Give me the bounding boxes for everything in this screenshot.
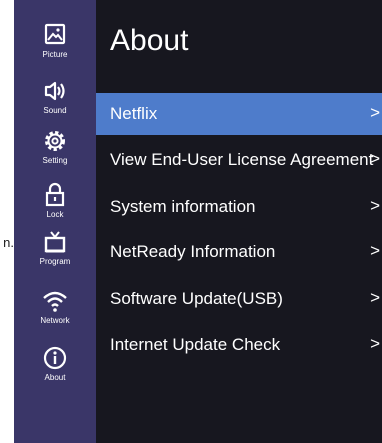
menu-item-label: NetReady Information — [110, 242, 276, 261]
edge-text-fragment: n. — [3, 235, 14, 250]
menu-item-netflix[interactable]: Netflix > — [96, 93, 382, 135]
sidebar-item-label: Program — [39, 257, 71, 266]
chevron-right-icon: > — [370, 241, 380, 260]
about-panel: About Netflix > View End-User License Ag… — [96, 0, 382, 443]
sidebar-item-picture[interactable]: Picture — [14, 22, 96, 68]
menu-item-internet-update-check[interactable]: Internet Update Check > — [96, 324, 382, 366]
sidebar-item-label: Sound — [43, 106, 67, 115]
settings-sidebar: Picture Sound Setting Lock Program Netwo… — [14, 0, 96, 443]
menu-item-label: System information — [110, 197, 256, 216]
lock-icon — [42, 182, 68, 208]
sidebar-item-label: Lock — [46, 210, 64, 219]
sound-icon — [42, 78, 68, 104]
sidebar-item-label: Network — [40, 316, 70, 325]
sidebar-item-lock[interactable]: Lock — [14, 182, 96, 228]
sidebar-item-label: About — [44, 373, 66, 382]
sidebar-item-setting[interactable]: Setting — [14, 128, 96, 174]
sidebar-item-label: Picture — [42, 50, 68, 59]
chevron-right-icon: > — [370, 334, 380, 353]
sidebar-item-program[interactable]: Program — [14, 229, 96, 275]
chevron-right-icon: > — [370, 288, 380, 307]
info-icon — [42, 345, 68, 371]
sidebar-item-about[interactable]: About — [14, 345, 96, 391]
sidebar-item-network[interactable]: Network — [14, 288, 96, 334]
tv-settings-screen: Picture Sound Setting Lock Program Netwo… — [14, 0, 382, 443]
chevron-right-icon: > — [370, 103, 380, 122]
chevron-right-icon: > — [370, 196, 380, 215]
gear-icon — [42, 128, 68, 154]
tv-icon — [42, 229, 68, 255]
menu-item-label: Internet Update Check — [110, 335, 281, 354]
menu-item-label: Software Update(USB) — [110, 289, 283, 308]
menu-item-license-agreement[interactable]: View End-User License Agreement > — [96, 139, 382, 181]
sidebar-item-label: Setting — [42, 156, 68, 165]
picture-icon — [42, 22, 68, 48]
menu-item-label: Netflix — [110, 104, 158, 123]
menu-item-label: View End-User License Agreement — [110, 150, 374, 169]
menu-item-system-information[interactable]: System information > — [96, 186, 382, 228]
menu-item-netready-information[interactable]: NetReady Information > — [96, 231, 382, 273]
wifi-icon — [42, 288, 68, 314]
menu-item-software-update-usb[interactable]: Software Update(USB) > — [96, 278, 382, 320]
chevron-right-icon: > — [370, 149, 380, 168]
sidebar-item-sound[interactable]: Sound — [14, 78, 96, 124]
page-title: About — [110, 24, 189, 57]
